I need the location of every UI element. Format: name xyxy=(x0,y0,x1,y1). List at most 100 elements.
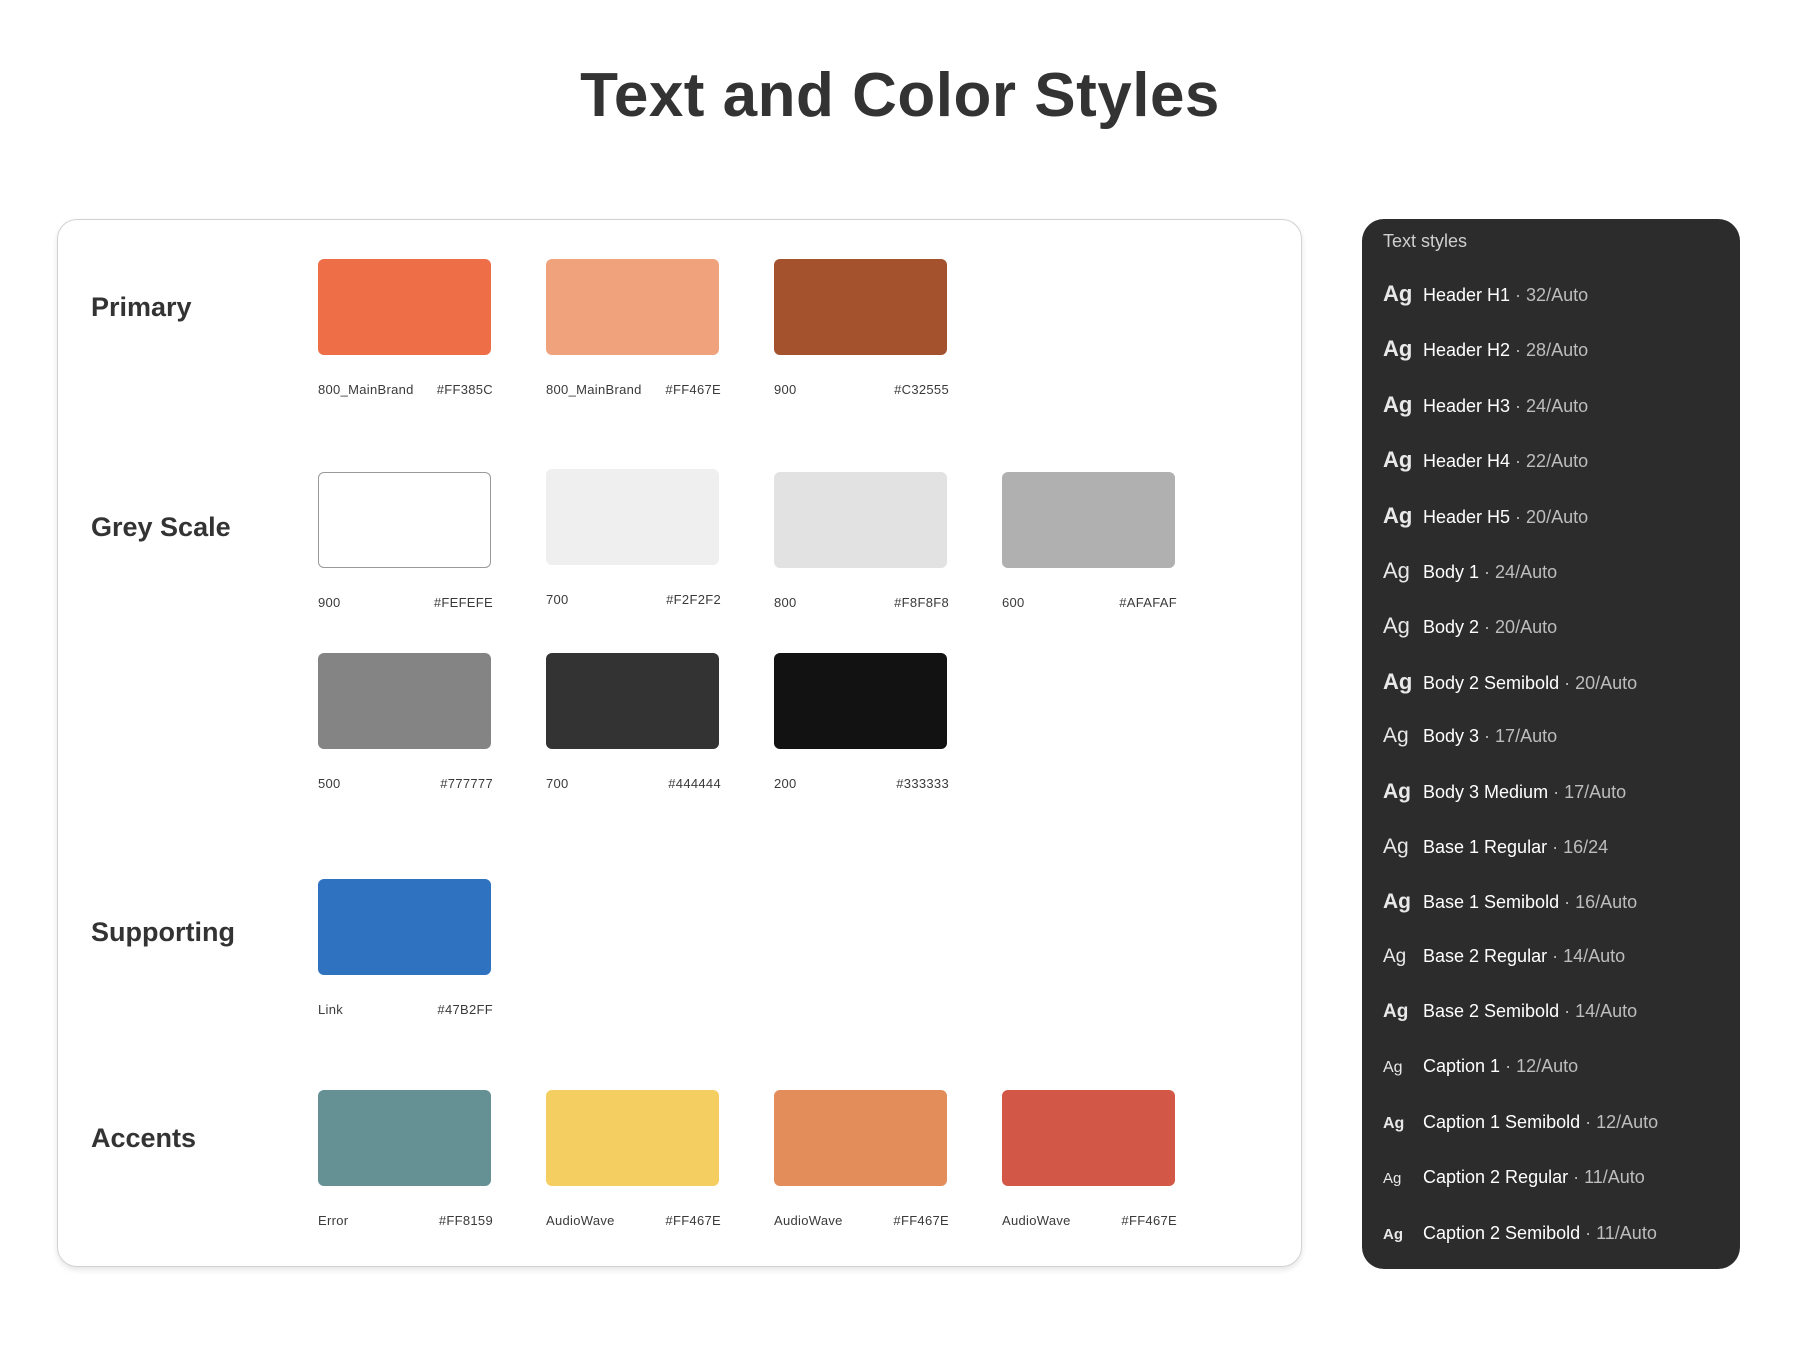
text-style-item[interactable]: Ag Caption 1 · 12/Auto xyxy=(1362,1056,1740,1111)
text-style-size: 16/Auto xyxy=(1575,892,1638,913)
color-chip xyxy=(774,259,947,355)
color-chip xyxy=(318,259,491,355)
text-style-item[interactable]: Ag Base 1 Regular · 16/24 xyxy=(1362,835,1740,890)
sample-glyph: Ag xyxy=(1383,834,1409,858)
text-style-name: Body 2 xyxy=(1423,617,1480,638)
text-style-item[interactable]: Ag Header H2 · 28/Auto xyxy=(1362,336,1740,391)
swatch-hex: #FF467E xyxy=(893,1213,949,1228)
swatch-primary-3[interactable]: 900 #C32555 xyxy=(774,259,949,397)
text-style-item[interactable]: Ag Body 1 · 24/Auto xyxy=(1362,558,1740,613)
swatch-hex: #777777 xyxy=(440,776,493,791)
separator-dot: · xyxy=(1564,672,1571,693)
swatch-name: Error xyxy=(318,1213,349,1228)
text-style-size: 22/Auto xyxy=(1526,451,1589,472)
text-style-name: Caption 2 Semibold xyxy=(1423,1222,1581,1243)
text-style-name: Caption 1 xyxy=(1423,1056,1501,1077)
swatch-accent-4[interactable]: AudioWave #FF467E xyxy=(1002,1090,1177,1228)
swatch-hex: #FF385C xyxy=(436,382,493,397)
swatch-hex: #FF467E xyxy=(665,382,721,397)
color-chip xyxy=(546,259,719,355)
text-style-item[interactable]: Ag Caption 2 Semibold · 11/Auto xyxy=(1362,1223,1740,1278)
color-chip xyxy=(546,1090,719,1186)
separator-dot: · xyxy=(1505,1056,1512,1077)
text-style-item[interactable]: Ag Caption 1 Semibold · 12/Auto xyxy=(1362,1112,1740,1167)
color-chip xyxy=(546,469,719,565)
text-style-item[interactable]: Ag Body 3 · 17/Auto xyxy=(1362,724,1740,779)
text-style-name: Header H2 xyxy=(1423,340,1511,361)
text-style-item[interactable]: Ag Body 2 Semibold · 20/Auto xyxy=(1362,669,1740,724)
swatch-hex: #F8F8F8 xyxy=(894,595,949,610)
sample-glyph: Ag xyxy=(1383,1225,1403,1243)
color-chip xyxy=(1002,472,1175,568)
swatch-name: 500 xyxy=(318,776,341,791)
sample-glyph: Ag xyxy=(1383,391,1413,417)
swatch-primary-1[interactable]: 800_MainBrand #FF385C xyxy=(318,259,493,397)
separator-dot: · xyxy=(1515,395,1522,416)
separator-dot: · xyxy=(1552,945,1559,966)
text-style-item[interactable]: Ag Base 1 Semibold · 16/Auto xyxy=(1362,890,1740,945)
text-style-item[interactable]: Ag Header H1 · 32/Auto xyxy=(1362,281,1740,336)
text-style-name: Body 2 Semibold xyxy=(1423,672,1560,693)
sample-glyph: Ag xyxy=(1383,613,1410,639)
separator-dot: · xyxy=(1484,561,1491,582)
swatch-grey-4[interactable]: 600 #AFAFAF xyxy=(1002,472,1177,610)
swatch-grey-5[interactable]: 500 #777777 xyxy=(318,653,493,791)
separator-dot: · xyxy=(1573,1167,1580,1188)
text-style-size: 12/Auto xyxy=(1596,1111,1659,1132)
separator-dot: · xyxy=(1484,726,1491,747)
sample-glyph: Ag xyxy=(1383,779,1411,803)
text-style-item[interactable]: Ag Caption 2 Regular · 11/Auto xyxy=(1362,1167,1740,1222)
swatch-name: 900 xyxy=(318,595,341,610)
swatch-name: 900 xyxy=(774,382,797,397)
text-style-size: 14/Auto xyxy=(1563,945,1626,966)
text-style-name: Caption 2 Regular xyxy=(1423,1167,1569,1188)
text-styles-panel: Text styles Ag Header H1 · 32/Auto Ag Header … xyxy=(1362,219,1740,1269)
swatch-supporting-1[interactable]: Link #47B2FF xyxy=(318,879,493,1017)
text-style-size: 12/Auto xyxy=(1516,1056,1579,1077)
page-title: Text and Color Styles xyxy=(580,61,1220,130)
swatch-hex: #AFAFAF xyxy=(1119,595,1177,610)
sample-glyph: Ag xyxy=(1383,281,1413,306)
text-style-item[interactable]: Ag Body 2 · 20/Auto xyxy=(1362,613,1740,668)
color-chip xyxy=(774,472,947,568)
swatch-grey-1[interactable]: 900 #FEFEFE xyxy=(318,472,493,610)
swatch-name: AudioWave xyxy=(1002,1213,1071,1228)
text-style-size: 17/Auto xyxy=(1495,726,1558,747)
text-style-item[interactable]: Ag Base 2 Regular · 14/Auto xyxy=(1362,946,1740,1001)
swatch-grey-7[interactable]: 200 #333333 xyxy=(774,653,949,791)
separator-dot: · xyxy=(1553,781,1560,802)
panel-title: Text styles xyxy=(1383,231,1468,251)
text-style-item[interactable]: Ag Header H4 · 22/Auto xyxy=(1362,447,1740,502)
text-style-item[interactable]: Ag Base 2 Semibold · 14/Auto xyxy=(1362,1001,1740,1056)
separator-dot: · xyxy=(1484,617,1491,638)
swatch-grey-3[interactable]: 800 #F8F8F8 xyxy=(774,472,949,610)
color-chip xyxy=(774,1090,947,1186)
text-style-item[interactable]: Ag Body 3 Medium · 17/Auto xyxy=(1362,780,1740,835)
sample-glyph: Ag xyxy=(1383,447,1413,473)
text-style-size: 14/Auto xyxy=(1575,1001,1638,1022)
swatch-grey-6[interactable]: 700 #444444 xyxy=(546,653,721,791)
swatch-name: 800 xyxy=(774,595,797,610)
swatch-hex: #FEFEFE xyxy=(433,595,493,610)
swatch-hex: #FF8159 xyxy=(438,1213,493,1228)
text-style-size: 28/Auto xyxy=(1526,340,1589,361)
separator-dot: · xyxy=(1552,836,1559,857)
swatch-accent-3[interactable]: AudioWave #FF467E xyxy=(774,1090,949,1228)
text-style-size: 20/Auto xyxy=(1575,672,1638,693)
swatch-hex: #C32555 xyxy=(894,382,949,397)
swatch-grey-2[interactable]: 700 #F2F2F2 xyxy=(546,469,721,607)
swatch-accent-1[interactable]: Error #FF8159 xyxy=(318,1090,493,1228)
swatch-primary-2[interactable]: 800_MainBrand #FF467E xyxy=(546,259,721,397)
sample-glyph: Ag xyxy=(1383,1059,1403,1077)
swatch-name: AudioWave xyxy=(774,1213,843,1228)
swatch-accent-2[interactable]: AudioWave #FF467E xyxy=(546,1090,721,1228)
text-style-size: 20/Auto xyxy=(1526,506,1589,527)
text-style-item[interactable]: Ag Header H3 · 24/Auto xyxy=(1362,392,1740,447)
swatch-name: 800_MainBrand xyxy=(546,382,642,397)
text-style-size: 20/Auto xyxy=(1495,617,1558,638)
sample-glyph: Ag xyxy=(1383,1001,1409,1023)
text-style-item[interactable]: Ag Header H5 · 20/Auto xyxy=(1362,503,1740,558)
sample-glyph: Ag xyxy=(1383,336,1413,362)
color-chip xyxy=(546,653,719,749)
text-style-size: 11/Auto xyxy=(1584,1167,1645,1188)
